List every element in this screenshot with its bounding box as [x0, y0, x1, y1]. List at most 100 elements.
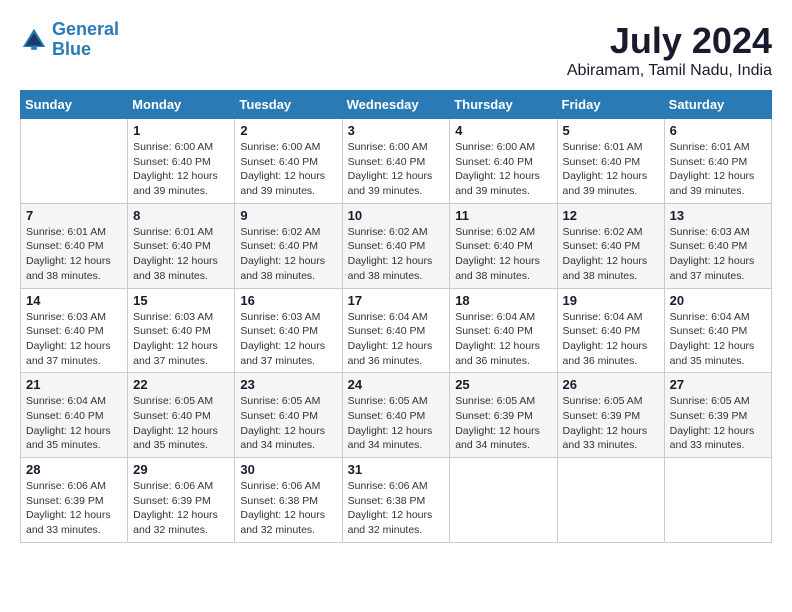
calendar-cell: 7 Sunrise: 6:01 AMSunset: 6:40 PMDaylight…: [21, 203, 128, 288]
day-number: 17: [348, 293, 445, 308]
day-number: 16: [240, 293, 336, 308]
day-info: Sunrise: 6:05 AMSunset: 6:40 PMDaylight:…: [348, 394, 445, 453]
calendar-cell: 29Sunrise: 6:06 AMSunset: 6:39 PMDayligh…: [128, 458, 235, 543]
day-number: 22: [133, 377, 229, 392]
calendar-cell: 1 Sunrise: 6:00 AMSunset: 6:40 PMDaylight…: [128, 119, 235, 204]
day-number: 23: [240, 377, 336, 392]
calendar-cell: [557, 458, 664, 543]
day-number: 31: [348, 462, 445, 477]
calendar-week-1: 1 Sunrise: 6:00 AMSunset: 6:40 PMDaylight…: [21, 119, 772, 204]
calendar-cell: 8 Sunrise: 6:01 AMSunset: 6:40 PMDaylight…: [128, 203, 235, 288]
calendar-week-3: 14 Sunrise: 6:03 AMSunset: 6:40 PMDayligh…: [21, 288, 772, 373]
calendar-cell: 30Sunrise: 6:06 AMSunset: 6:38 PMDayligh…: [235, 458, 342, 543]
day-number: 8: [133, 208, 229, 223]
calendar-cell: 22 Sunrise: 6:05 AMSunset: 6:40 PMDayligh…: [128, 373, 235, 458]
day-number: 14: [26, 293, 122, 308]
calendar-cell: 14 Sunrise: 6:03 AMSunset: 6:40 PMDayligh…: [21, 288, 128, 373]
day-info: Sunrise: 6:03 AMSunset: 6:40 PMDaylight:…: [26, 310, 122, 369]
day-info: Sunrise: 6:02 AMSunset: 6:40 PMDaylight:…: [348, 225, 445, 284]
day-info: Sunrise: 6:01 AMSunset: 6:40 PMDaylight:…: [26, 225, 122, 284]
day-number: 20: [670, 293, 766, 308]
logo-icon: [20, 26, 48, 54]
day-number: 19: [563, 293, 659, 308]
day-info: Sunrise: 6:06 AMSunset: 6:39 PMDaylight:…: [133, 479, 229, 538]
calendar-cell: 5 Sunrise: 6:01 AMSunset: 6:40 PMDaylight…: [557, 119, 664, 204]
calendar-cell: 25 Sunrise: 6:05 AMSunset: 6:39 PMDayligh…: [450, 373, 557, 458]
day-number: 25: [455, 377, 551, 392]
header-monday: Monday: [128, 91, 235, 119]
day-number: 24: [348, 377, 445, 392]
day-info: Sunrise: 6:00 AMSunset: 6:40 PMDaylight:…: [348, 140, 445, 199]
day-number: 27: [670, 377, 766, 392]
day-number: 1: [133, 123, 229, 138]
day-number: 28: [26, 462, 122, 477]
header-saturday: Saturday: [664, 91, 771, 119]
day-info: Sunrise: 6:01 AMSunset: 6:40 PMDaylight:…: [563, 140, 659, 199]
location: Abiramam, Tamil Nadu, India: [567, 62, 772, 80]
day-info: Sunrise: 6:01 AMSunset: 6:40 PMDaylight:…: [133, 225, 229, 284]
day-info: Sunrise: 6:03 AMSunset: 6:40 PMDaylight:…: [240, 310, 336, 369]
day-number: 21: [26, 377, 122, 392]
calendar-cell: 28 Sunrise: 6:06 AMSunset: 6:39 PMDayligh…: [21, 458, 128, 543]
day-number: 6: [670, 123, 766, 138]
day-info: Sunrise: 6:00 AMSunset: 6:40 PMDaylight:…: [455, 140, 551, 199]
day-number: 5: [563, 123, 659, 138]
calendar-table: SundayMondayTuesdayWednesdayThursdayFrid…: [20, 90, 772, 543]
calendar-cell: 24 Sunrise: 6:05 AMSunset: 6:40 PMDayligh…: [342, 373, 450, 458]
header-tuesday: Tuesday: [235, 91, 342, 119]
page-header: General Blue July 2024 Abiramam, Tamil N…: [20, 20, 772, 80]
calendar-cell: 15 Sunrise: 6:03 AMSunset: 6:40 PMDayligh…: [128, 288, 235, 373]
header-thursday: Thursday: [450, 91, 557, 119]
day-number: 12: [563, 208, 659, 223]
calendar-week-2: 7 Sunrise: 6:01 AMSunset: 6:40 PMDaylight…: [21, 203, 772, 288]
calendar-cell: 4 Sunrise: 6:00 AMSunset: 6:40 PMDaylight…: [450, 119, 557, 204]
calendar-cell: 31 Sunrise: 6:06 AMSunset: 6:38 PMDayligh…: [342, 458, 450, 543]
calendar-cell: 2Sunrise: 6:00 AMSunset: 6:40 PMDaylight…: [235, 119, 342, 204]
calendar-week-4: 21 Sunrise: 6:04 AMSunset: 6:40 PMDayligh…: [21, 373, 772, 458]
logo-text: General Blue: [52, 20, 119, 60]
day-info: Sunrise: 6:05 AMSunset: 6:40 PMDaylight:…: [133, 394, 229, 453]
calendar-cell: 10 Sunrise: 6:02 AMSunset: 6:40 PMDayligh…: [342, 203, 450, 288]
calendar-cell: 23 Sunrise: 6:05 AMSunset: 6:40 PMDayligh…: [235, 373, 342, 458]
calendar-cell: 11 Sunrise: 6:02 AMSunset: 6:40 PMDayligh…: [450, 203, 557, 288]
day-info: Sunrise: 6:04 AMSunset: 6:40 PMDaylight:…: [670, 310, 766, 369]
day-info: Sunrise: 6:04 AMSunset: 6:40 PMDaylight:…: [348, 310, 445, 369]
calendar-cell: 20 Sunrise: 6:04 AMSunset: 6:40 PMDayligh…: [664, 288, 771, 373]
day-info: Sunrise: 6:03 AMSunset: 6:40 PMDaylight:…: [133, 310, 229, 369]
calendar-cell: [21, 119, 128, 204]
day-number: 15: [133, 293, 229, 308]
calendar-cell: 9 Sunrise: 6:02 AMSunset: 6:40 PMDaylight…: [235, 203, 342, 288]
calendar-cell: 13Sunrise: 6:03 AMSunset: 6:40 PMDayligh…: [664, 203, 771, 288]
day-info: Sunrise: 6:05 AMSunset: 6:40 PMDaylight:…: [240, 394, 336, 453]
day-number: 9: [240, 208, 336, 223]
calendar-week-5: 28 Sunrise: 6:06 AMSunset: 6:39 PMDayligh…: [21, 458, 772, 543]
day-info: Sunrise: 6:02 AMSunset: 6:40 PMDaylight:…: [455, 225, 551, 284]
day-number: 18: [455, 293, 551, 308]
day-number: 7: [26, 208, 122, 223]
calendar-cell: [664, 458, 771, 543]
header-sunday: Sunday: [21, 91, 128, 119]
header-friday: Friday: [557, 91, 664, 119]
calendar-cell: 27Sunrise: 6:05 AMSunset: 6:39 PMDayligh…: [664, 373, 771, 458]
calendar-cell: 26Sunrise: 6:05 AMSunset: 6:39 PMDayligh…: [557, 373, 664, 458]
month-title: July 2024: [567, 20, 772, 62]
day-info: Sunrise: 6:04 AMSunset: 6:40 PMDaylight:…: [455, 310, 551, 369]
day-info: Sunrise: 6:04 AMSunset: 6:40 PMDaylight:…: [26, 394, 122, 453]
day-info: Sunrise: 6:05 AMSunset: 6:39 PMDaylight:…: [455, 394, 551, 453]
calendar-cell: 3 Sunrise: 6:00 AMSunset: 6:40 PMDaylight…: [342, 119, 450, 204]
calendar-cell: 17 Sunrise: 6:04 AMSunset: 6:40 PMDayligh…: [342, 288, 450, 373]
day-info: Sunrise: 6:06 AMSunset: 6:39 PMDaylight:…: [26, 479, 122, 538]
day-number: 4: [455, 123, 551, 138]
day-info: Sunrise: 6:06 AMSunset: 6:38 PMDaylight:…: [348, 479, 445, 538]
day-number: 3: [348, 123, 445, 138]
day-info: Sunrise: 6:01 AMSunset: 6:40 PMDaylight:…: [670, 140, 766, 199]
calendar-cell: 19Sunrise: 6:04 AMSunset: 6:40 PMDayligh…: [557, 288, 664, 373]
day-info: Sunrise: 6:03 AMSunset: 6:40 PMDaylight:…: [670, 225, 766, 284]
day-number: 10: [348, 208, 445, 223]
day-number: 11: [455, 208, 551, 223]
calendar-cell: 21 Sunrise: 6:04 AMSunset: 6:40 PMDayligh…: [21, 373, 128, 458]
calendar-cell: [450, 458, 557, 543]
day-info: Sunrise: 6:02 AMSunset: 6:40 PMDaylight:…: [240, 225, 336, 284]
day-info: Sunrise: 6:00 AMSunset: 6:40 PMDaylight:…: [133, 140, 229, 199]
calendar-cell: 18 Sunrise: 6:04 AMSunset: 6:40 PMDayligh…: [450, 288, 557, 373]
